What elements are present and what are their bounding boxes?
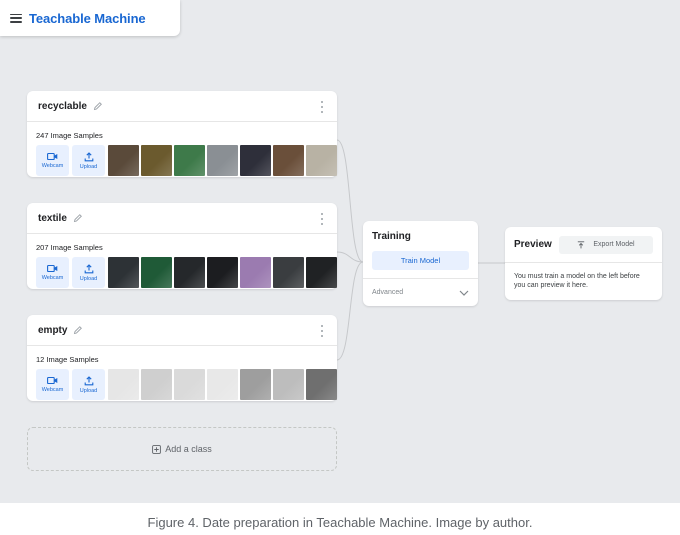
upload-label: Upload bbox=[79, 275, 98, 282]
pencil-icon[interactable] bbox=[73, 325, 83, 335]
add-class-label: Add a class bbox=[165, 444, 212, 454]
sample-thumbnail[interactable] bbox=[306, 257, 337, 288]
sample-thumbnail[interactable] bbox=[141, 257, 172, 288]
preview-title: Preview bbox=[514, 239, 552, 250]
upload-icon bbox=[84, 263, 93, 273]
sample-thumbnail[interactable] bbox=[273, 257, 304, 288]
sample-thumbnail[interactable] bbox=[108, 257, 139, 288]
advanced-label: Advanced bbox=[372, 289, 404, 296]
sample-thumbnail[interactable] bbox=[273, 369, 304, 400]
upload-button[interactable]: Upload bbox=[72, 369, 105, 400]
upload-button[interactable]: Upload bbox=[72, 145, 105, 176]
figure-caption: Figure 4. Date preparation in Teachable … bbox=[147, 515, 533, 530]
sample-thumbnail[interactable] bbox=[207, 145, 238, 176]
train-model-button[interactable]: Train Model bbox=[372, 251, 469, 270]
class-card-recyclable: recyclable 247 Image Samples Webcam Uplo… bbox=[27, 91, 337, 177]
upload-button[interactable]: Upload bbox=[72, 257, 105, 288]
class-card-empty: empty 12 Image Samples Webcam Upload bbox=[27, 315, 337, 401]
sample-count: 12 Image Samples bbox=[36, 355, 99, 364]
webcam-icon bbox=[47, 152, 58, 161]
sample-thumbnail[interactable] bbox=[240, 145, 271, 176]
class-name[interactable]: empty bbox=[38, 325, 67, 336]
add-class-button[interactable]: Add a class bbox=[27, 427, 337, 471]
more-options-icon[interactable] bbox=[321, 325, 325, 337]
sample-thumbnail[interactable] bbox=[207, 369, 238, 400]
training-title: Training bbox=[372, 231, 411, 242]
export-model-button[interactable]: Export Model bbox=[559, 235, 653, 254]
training-panel: Training Train Model Advanced bbox=[363, 221, 478, 306]
sample-thumbnail[interactable] bbox=[240, 257, 271, 288]
sample-thumbnail[interactable] bbox=[108, 145, 139, 176]
sample-thumbnail[interactable] bbox=[306, 369, 337, 400]
advanced-toggle[interactable]: Advanced bbox=[363, 279, 478, 306]
upload-label: Upload bbox=[79, 163, 98, 170]
webcam-button[interactable]: Webcam bbox=[36, 369, 69, 400]
webcam-button[interactable]: Webcam bbox=[36, 145, 69, 176]
chevron-down-icon bbox=[459, 290, 469, 296]
upload-icon bbox=[84, 151, 93, 161]
webcam-button[interactable]: Webcam bbox=[36, 257, 69, 288]
sample-thumbnail[interactable] bbox=[306, 145, 337, 176]
pencil-icon[interactable] bbox=[93, 101, 103, 111]
preview-panel: Preview Export Model You must train a mo… bbox=[505, 227, 662, 300]
sample-count: 207 Image Samples bbox=[36, 243, 103, 252]
more-options-icon[interactable] bbox=[321, 101, 325, 113]
sample-thumbnail[interactable] bbox=[141, 145, 172, 176]
class-name[interactable]: textile bbox=[38, 213, 67, 224]
sample-thumbnail[interactable] bbox=[174, 257, 205, 288]
sample-count: 247 Image Samples bbox=[36, 131, 103, 140]
webcam-label: Webcam bbox=[41, 275, 64, 281]
upload-icon bbox=[84, 375, 93, 385]
webcam-label: Webcam bbox=[41, 387, 64, 393]
sample-thumbnail[interactable] bbox=[174, 369, 205, 400]
workspace-canvas: Teachable Machine recyclable 247 Image S… bbox=[0, 0, 680, 503]
pencil-icon[interactable] bbox=[73, 213, 83, 223]
sample-thumbnail[interactable] bbox=[141, 369, 172, 400]
sample-thumbnail[interactable] bbox=[174, 145, 205, 176]
export-icon bbox=[578, 240, 585, 248]
webcam-label: Webcam bbox=[41, 163, 64, 169]
class-card-textile: textile 207 Image Samples Webcam Upload bbox=[27, 203, 337, 289]
add-box-icon bbox=[152, 444, 162, 454]
more-options-icon[interactable] bbox=[321, 213, 325, 225]
webcam-icon bbox=[47, 376, 58, 385]
upload-label: Upload bbox=[79, 387, 98, 394]
preview-message: You must train a model on the left befor… bbox=[514, 273, 640, 289]
sample-thumbnail[interactable] bbox=[240, 369, 271, 400]
export-model-label: Export Model bbox=[593, 241, 635, 248]
webcam-icon bbox=[47, 264, 58, 273]
class-name[interactable]: recyclable bbox=[38, 101, 87, 112]
sample-thumbnail[interactable] bbox=[108, 369, 139, 400]
sample-thumbnail[interactable] bbox=[273, 145, 304, 176]
sample-thumbnail[interactable] bbox=[207, 257, 238, 288]
